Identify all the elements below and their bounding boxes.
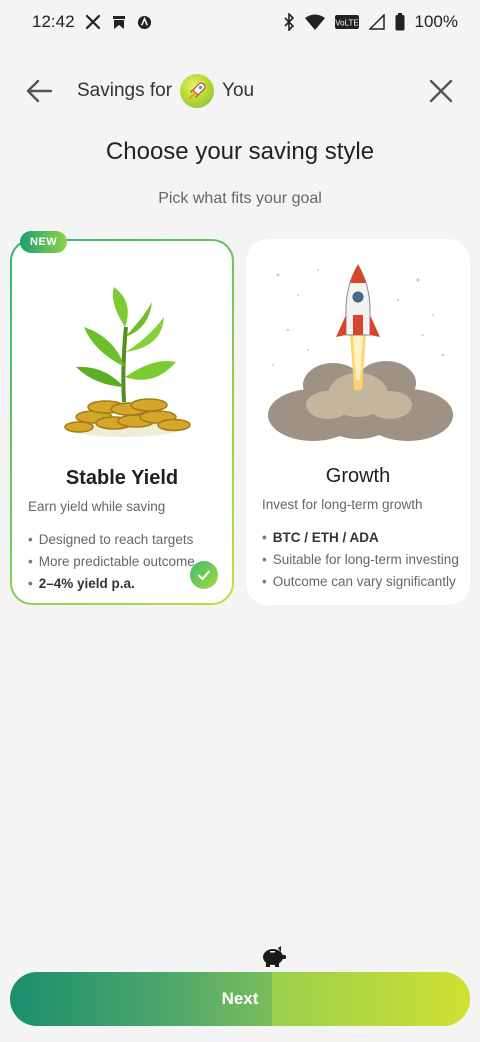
signal-icon: [368, 14, 385, 30]
back-arrow-icon: [26, 79, 53, 103]
nav-user: You: [222, 80, 255, 101]
card-title: Stable Yield: [65, 467, 179, 489]
card-subtitle: Invest for long-term growth: [262, 497, 423, 512]
list-item: BTC / ETH / ADA: [262, 527, 459, 549]
wifi-icon: [304, 14, 325, 30]
nav-title: Savings for You: [77, 74, 254, 108]
feature-list: Designed to reach targets More predictab…: [28, 529, 195, 595]
rocket-launch-illustration: [268, 264, 453, 441]
next-button[interactable]: Next: [10, 972, 470, 1026]
status-time: 12:42: [32, 12, 75, 31]
list-item: Outcome can vary significantly: [262, 571, 459, 593]
card-stable-yield[interactable]: NEW Stable Yield Earn yield while saving…: [10, 231, 234, 605]
card-subtitle: Earn yield while saving: [28, 499, 166, 514]
top-nav: Savings for You: [0, 66, 480, 116]
bookmark-icon: [111, 14, 127, 30]
button-highlight: [272, 972, 470, 1026]
next-button-label: Next: [221, 989, 259, 1008]
status-right: VoLTE 100%: [283, 12, 458, 32]
list-item: Designed to reach targets: [28, 529, 195, 551]
app-icon: [137, 15, 152, 30]
avatar: [180, 74, 215, 108]
list-item: Suitable for long-term investing: [262, 549, 459, 571]
card-growth[interactable]: Growth Invest for long-term growth BTC /…: [246, 239, 470, 605]
list-item: 2–4% yield p.a.: [28, 573, 195, 595]
selected-check-icon: [190, 561, 218, 589]
feature-list: BTC / ETH / ADA Suitable for long-term i…: [262, 527, 459, 593]
close-button[interactable]: [424, 74, 458, 108]
page-subtitle: Pick what fits your goal: [158, 190, 322, 207]
bluetooth-icon: [283, 13, 295, 31]
card-title: Growth: [325, 465, 391, 487]
new-badge: NEW: [20, 231, 68, 253]
nav-title-text: Savings for: [77, 80, 173, 101]
svg-text:VoLTE: VoLTE: [335, 19, 358, 28]
back-button[interactable]: [22, 74, 56, 108]
battery-icon: [395, 13, 405, 31]
volte-icon: VoLTE: [334, 15, 359, 29]
rocket-avatar-icon: [188, 82, 206, 100]
plant-coins-illustration: [64, 287, 191, 437]
close-icon: [429, 79, 453, 103]
x-icon: [85, 14, 101, 30]
list-item: More predictable outcome: [28, 551, 195, 573]
piggy-bank-icon: [263, 946, 286, 967]
page-title: Choose your saving style: [105, 138, 375, 165]
status-bar: 12:42 VoLTE 100%: [0, 0, 480, 44]
battery-percent: 100%: [414, 12, 458, 31]
status-left: 12:42: [32, 12, 152, 32]
